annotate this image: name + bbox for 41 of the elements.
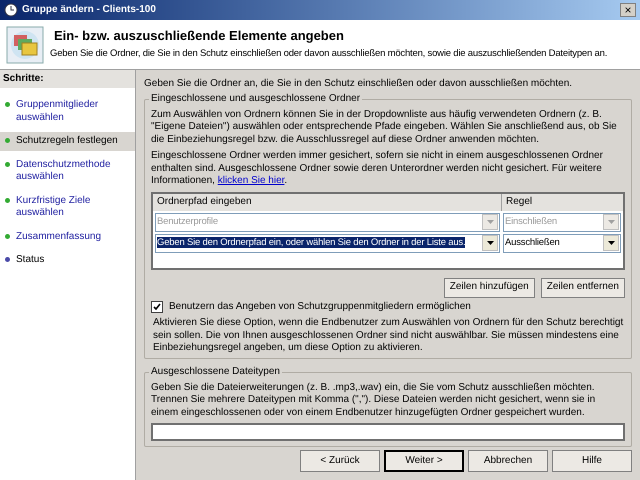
checkbox[interactable] — [151, 300, 163, 313]
checkbox-label[interactable]: Benutzern das Angeben von Schutzgruppenmitgliedern ermöglichen — [169, 300, 471, 313]
step-label[interactable]: Status — [16, 254, 44, 266]
step-link[interactable]: Kurzfristige Ziele auswählen — [16, 194, 130, 220]
step-label[interactable]: Schutzregeln festlegen — [16, 135, 118, 148]
folders-info: Eingeschlossene Ordner werden immer gesichert, sofern sie nicht in einem ausgeschlossenen Ordner enthalten sind. Ausgeschlossene Ordner sowie deren Unterordner werden nicht gesichert. Für weitere Informationen, klicken Sie hier. — [151, 150, 604, 188]
column-header: Regel — [505, 194, 534, 209]
step-item[interactable]: Datenschutzmethode auswählen — [0, 156, 135, 186]
group-title: Eingeschlossene und ausgeschlossene Ordner — [149, 92, 362, 105]
dropdown-field[interactable]: Geben Sie den Ordnerpfad ein, oder wählen Sie den Ordner in der Liste aus. — [155, 234, 500, 252]
header-subtitle: Geben Sie die Ordner, die Sie in den Schutz einschließen oder davon ausschließen möchten, sowie die auszuschließenden Dateitypen an. — [50, 48, 608, 61]
checkbox-note: Aktivieren Sie diese Option, wenn die Endbenutzer zum Auswählen von Ordnern für den Schutz berechtigt sein sollen. Die von Ihnen ausgeschlossenen Ordner sind nicht auswählbar. Sie müssen mindestens eine Einbeziehungsregel angeben, um diese Option zu aktivieren. — [153, 317, 624, 354]
step-link[interactable]: Gruppenmitglieder auswählen — [16, 99, 130, 124]
dialog-button[interactable]: Hilfe — [552, 450, 632, 472]
row-button[interactable]: Zeilen hinzufügen — [444, 278, 535, 298]
step-item[interactable]: Schutzregeln festlegen — [0, 132, 135, 150]
dialog-button[interactable]: Abbrechen — [468, 450, 548, 472]
app-icon — [4, 3, 18, 17]
row-button[interactable]: Zeilen entfernen — [540, 278, 625, 298]
extensions-input-field[interactable] — [151, 423, 625, 441]
step-link[interactable]: Datenschutzmethode auswählen — [16, 158, 130, 184]
close-button[interactable]: × — [620, 3, 636, 17]
header-title: Ein- bzw. auszuschließende Elemente angeben — [54, 28, 345, 44]
check-icon — [153, 302, 161, 311]
dialog-button[interactable]: < Zurück — [300, 450, 380, 472]
step-link[interactable]: Zusammenfassung — [16, 230, 102, 243]
dialog-button[interactable]: Weiter > — [384, 450, 464, 472]
help-link[interactable]: klicken Sie hier — [218, 175, 284, 186]
intro-text: Geben Sie die Ordner an, die Sie in den Schutz einschließen oder davon ausschließen möchten. — [144, 78, 574, 90]
folders-description: Zum Auswählen von Ordnern können Sie in der Dropdownliste aus häufig verwendeten Ordnern (z. B. "Eigene Dateien") auswählen oder entsprechende Pfade eingeben. Wählen Sie anschließend aus, ob Sie die Einbeziehungsregel bzw. die Ausschlussregel auf diese Ordner anwenden möchten. — [151, 108, 618, 146]
dropdown-field[interactable]: Ausschließen — [503, 234, 621, 252]
step-item[interactable]: Status — [0, 251, 135, 270]
column-header: Ordnerpfad eingeben — [153, 194, 502, 210]
step-item[interactable]: Gruppenmitglieder auswählen — [0, 96, 135, 127]
step-item[interactable]: Kurzfristige Ziele auswählen — [0, 192, 135, 222]
filetypes-description: Geben Sie die Dateierweiterungen (z. B. .mp3,.wav) ein, die Sie vom Schutz ausschließen möchten. Trennen Sie mehrere Dateitypen mit Komma (","). Diese Dateien werden nicht gesichert, wenn sie in einem eingeschlossenen oder von einem Endbenutzer hinzugefügten Ordner gespeichert wurden. — [151, 382, 596, 419]
steps-header: Schritte: — [0, 70, 135, 88]
group-title: Ausgeschlossene Dateitypen — [149, 366, 282, 378]
window-title: Gruppe ändern - Clients-100 — [22, 4, 157, 16]
folders-icon — [6, 26, 44, 64]
step-item[interactable]: Zusammenfassung — [0, 228, 135, 246]
